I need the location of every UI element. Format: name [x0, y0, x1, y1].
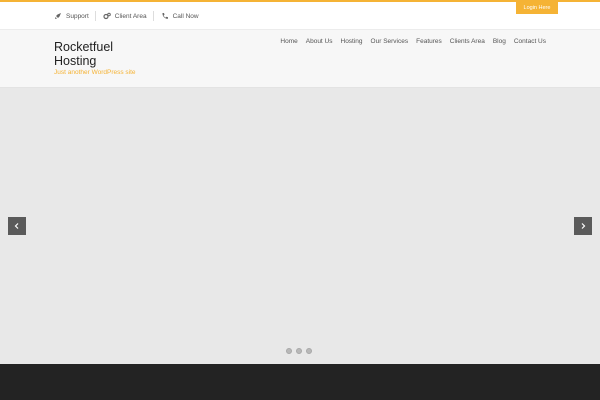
footer-band — [0, 364, 600, 400]
client-area-link-label: Client Area — [114, 12, 147, 20]
site-header: Rocketfuel Hosting Just another WordPres… — [0, 30, 600, 88]
nav-item-contact-us[interactable]: Contact Us — [514, 38, 546, 45]
slider-dot[interactable] — [296, 348, 302, 354]
nav-item-our-services[interactable]: Our Services — [371, 38, 409, 45]
slider-next-button[interactable] — [574, 217, 592, 235]
nav-item-hosting[interactable]: Hosting — [341, 38, 363, 45]
nav-item-blog[interactable]: Blog — [493, 38, 506, 45]
site-tagline: Just another WordPress site — [54, 69, 136, 76]
call-now-link[interactable]: Call Now — [161, 12, 199, 20]
support-link-label: Support — [66, 12, 89, 20]
support-link[interactable]: Support — [54, 12, 89, 20]
top-bar-links: Support Client Area Call Now — [54, 2, 199, 30]
call-now-link-label: Call Now — [172, 12, 199, 20]
login-button[interactable]: Login Here — [516, 2, 558, 14]
slider-prev-button[interactable] — [8, 217, 26, 235]
separator — [94, 11, 96, 21]
nav-item-features[interactable]: Features — [416, 38, 442, 45]
chevron-right-icon — [579, 217, 587, 235]
nav-item-about-us[interactable]: About Us — [306, 38, 333, 45]
nav-item-home[interactable]: Home — [280, 38, 297, 45]
nav-item-clients-area[interactable]: Clients Area — [450, 38, 485, 45]
slider-pagination — [286, 348, 316, 354]
main-nav: Home About Us Hosting Our Services Featu… — [272, 38, 546, 45]
phone-icon — [161, 12, 169, 20]
slider-dot[interactable] — [286, 348, 292, 354]
site-title[interactable]: Rocketfuel Hosting — [54, 40, 144, 68]
rocket-icon — [54, 12, 62, 20]
chevron-left-icon — [13, 217, 21, 235]
hero-slider — [0, 88, 600, 364]
slider-dot[interactable] — [306, 348, 312, 354]
client-area-link[interactable]: Client Area — [103, 12, 147, 20]
gears-icon — [103, 12, 111, 20]
top-bar: Support Client Area Call Now Login Here — [0, 2, 600, 30]
separator — [152, 11, 154, 21]
